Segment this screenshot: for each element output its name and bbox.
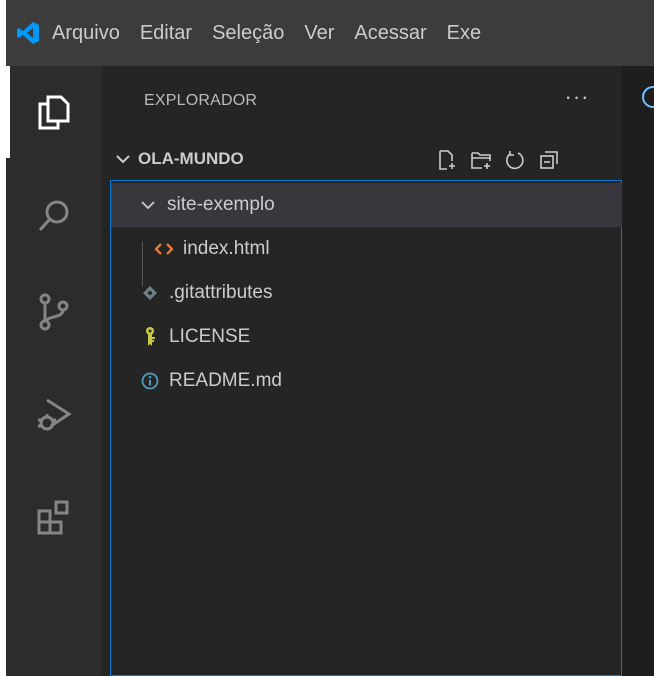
- tree-file-gitattributes[interactable]: .gitattributes: [111, 271, 649, 315]
- vscode-window: Arquivo Editar Seleção Ver Acessar Exe E…: [6, 0, 654, 676]
- more-actions-button[interactable]: ···: [562, 84, 592, 110]
- info-icon: [139, 370, 161, 392]
- workspace-folder-name: OLA-MUNDO: [138, 149, 244, 168]
- menu-selecao[interactable]: Seleção: [202, 0, 294, 66]
- workspace-folder-header[interactable]: OLA-MUNDO: [102, 140, 622, 180]
- chevron-down-icon: [137, 194, 159, 216]
- tree-item-label: LICENSE: [169, 326, 251, 347]
- collapse-all-icon[interactable]: [532, 147, 566, 173]
- menu-acessar[interactable]: Acessar: [344, 0, 436, 66]
- tree-file-license[interactable]: LICENSE: [111, 315, 649, 359]
- explorer-sidebar: EXPLORADOR ··· OLA-MUNDO site-exemplo in…: [102, 66, 647, 676]
- vscode-logo-icon: [6, 0, 50, 66]
- search-icon[interactable]: [6, 170, 102, 262]
- tree-item-label: index.html: [183, 238, 270, 259]
- license-key-icon: [139, 326, 161, 348]
- explorer-icon[interactable]: [6, 66, 102, 158]
- tree-file-readme[interactable]: README.md: [111, 359, 649, 403]
- run-debug-icon[interactable]: [6, 368, 102, 460]
- html-file-icon: [153, 238, 175, 260]
- tree-folder-site-exemplo[interactable]: site-exemplo: [111, 183, 647, 227]
- chevron-down-icon: [114, 150, 132, 173]
- tree-item-label: .gitattributes: [169, 282, 273, 303]
- folder-actions: [430, 147, 566, 173]
- menu-executar[interactable]: Exe: [437, 0, 491, 66]
- tree-item-label: README.md: [169, 370, 282, 391]
- menu-editar[interactable]: Editar: [130, 0, 202, 66]
- new-file-icon[interactable]: [430, 147, 464, 173]
- extensions-icon[interactable]: [6, 472, 102, 564]
- source-control-icon[interactable]: [6, 266, 102, 358]
- refresh-icon[interactable]: [498, 147, 532, 173]
- explorer-title: EXPLORADOR: [144, 92, 258, 109]
- menu-arquivo[interactable]: Arquivo: [50, 0, 130, 66]
- activity-bar: [6, 66, 102, 676]
- menu-bar: Arquivo Editar Seleção Ver Acessar Exe: [6, 0, 654, 66]
- indent-guide: [142, 242, 143, 286]
- tree-item-label: site-exemplo: [167, 194, 275, 215]
- new-folder-icon[interactable]: [464, 147, 498, 173]
- file-tree: site-exemplo index.html .gitattributes L…: [110, 180, 647, 676]
- menu-ver[interactable]: Ver: [294, 0, 344, 66]
- tree-file-index-html[interactable]: index.html: [111, 227, 654, 271]
- editor-area: [622, 66, 654, 676]
- editor-tab-icon[interactable]: [642, 86, 654, 108]
